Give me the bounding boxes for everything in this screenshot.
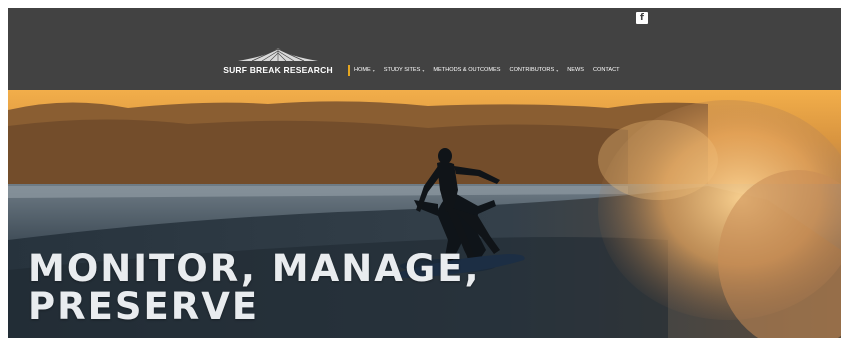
hero-headline-line-2: PRESERVE xyxy=(28,285,260,328)
logo-text: SURF BREAK RESEARCH xyxy=(223,65,333,75)
active-nav-marker xyxy=(348,64,350,76)
site-logo[interactable]: SURF BREAK RESEARCH xyxy=(222,46,334,80)
nav-item-label: METHODS & OUTCOMES xyxy=(433,67,501,73)
site-header: f SURF BREAK RESEARCH HOME ▾ STUDY SITES… xyxy=(8,8,841,90)
nav-item-study-sites[interactable]: STUDY SITES ▾ xyxy=(384,67,425,73)
chevron-down-icon: ▾ xyxy=(556,67,559,73)
hero-headline: MONITOR, MANAGE, PRESERVE xyxy=(28,250,481,326)
nav-item-news[interactable]: NEWS xyxy=(567,67,584,73)
facebook-icon[interactable]: f xyxy=(636,12,648,24)
nav-item-home[interactable]: HOME ▾ xyxy=(354,67,375,73)
wave-logo-icon xyxy=(238,48,318,62)
hero-headline-line-1: MONITOR, MANAGE, xyxy=(28,247,481,290)
nav-item-label: CONTACT xyxy=(592,67,620,73)
nav-item-contact[interactable]: CONTACT xyxy=(593,67,620,73)
chevron-down-icon: ▾ xyxy=(372,67,375,73)
nav-item-contributors[interactable]: CONTRIBUTORS ▾ xyxy=(510,67,559,73)
nav-item-label: NEWS xyxy=(567,67,584,73)
nav-item-label: STUDY SITES xyxy=(383,67,421,73)
nav-item-methods-outcomes[interactable]: METHODS & OUTCOMES xyxy=(433,67,500,73)
chevron-down-icon: ▾ xyxy=(422,67,425,73)
hero-banner: MONITOR, MANAGE, PRESERVE xyxy=(8,90,841,338)
main-nav: HOME ▾ STUDY SITES ▾ METHODS & OUTCOMES … xyxy=(348,64,629,76)
page-frame: f SURF BREAK RESEARCH HOME ▾ STUDY SITES… xyxy=(8,8,841,338)
nav-item-label: CONTRIBUTORS xyxy=(509,67,555,73)
nav-item-label: HOME xyxy=(354,67,371,73)
